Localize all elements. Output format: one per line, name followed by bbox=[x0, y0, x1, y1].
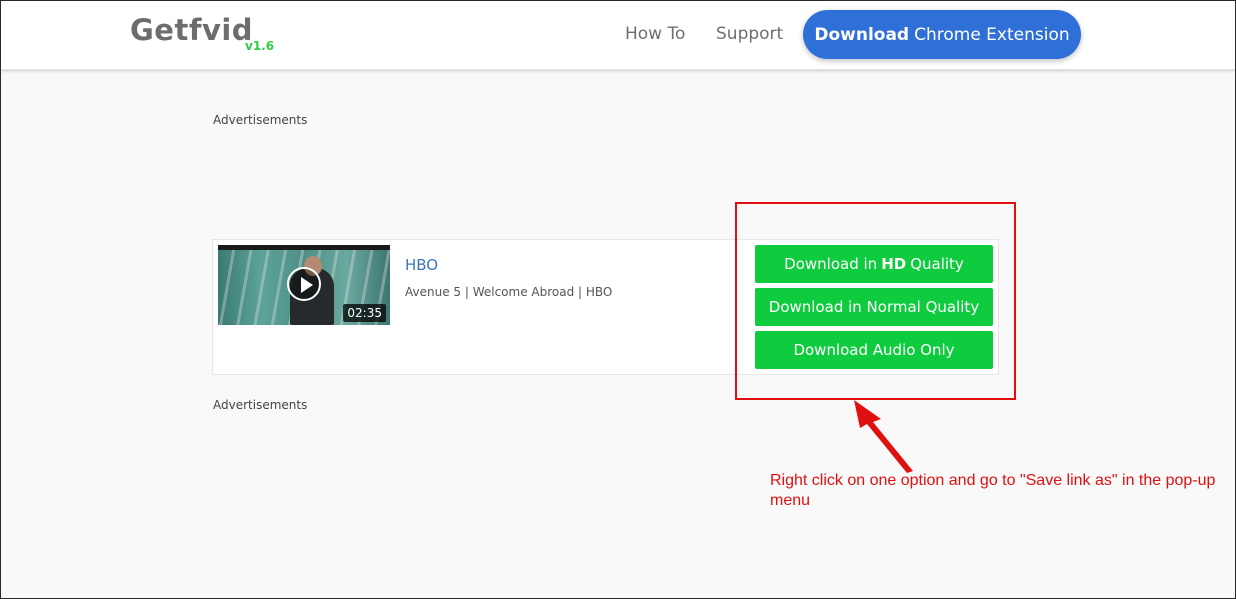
annotation-highlight-box bbox=[735, 202, 1016, 400]
advertisements-label-top: Advertisements bbox=[213, 113, 308, 127]
video-description: Avenue 5 | Welcome Abroad | HBO bbox=[405, 285, 613, 299]
chrome-button-bold-label: Download bbox=[814, 24, 910, 45]
annotation-note: Right click on one option and go to "Sav… bbox=[770, 472, 1216, 509]
nav-support-link[interactable]: Support bbox=[716, 24, 783, 44]
video-title-link[interactable]: HBO bbox=[405, 256, 438, 274]
site-header: Getfvid v1.6 How To Support Download Chr… bbox=[1, 1, 1235, 70]
site-logo[interactable]: Getfvid bbox=[130, 13, 253, 47]
page-frame: Getfvid v1.6 How To Support Download Chr… bbox=[0, 0, 1236, 599]
advertisements-label-bottom: Advertisements bbox=[213, 398, 308, 412]
video-thumbnail[interactable]: 02:35 bbox=[218, 245, 390, 325]
chrome-button-label: Chrome Extension bbox=[914, 24, 1070, 45]
video-duration: 02:35 bbox=[343, 304, 386, 322]
play-icon[interactable] bbox=[287, 267, 321, 301]
version-badge: v1.6 bbox=[245, 39, 275, 53]
download-chrome-extension-button[interactable]: Download Chrome Extension bbox=[803, 10, 1081, 59]
nav-how-to-link[interactable]: How To bbox=[625, 24, 685, 44]
